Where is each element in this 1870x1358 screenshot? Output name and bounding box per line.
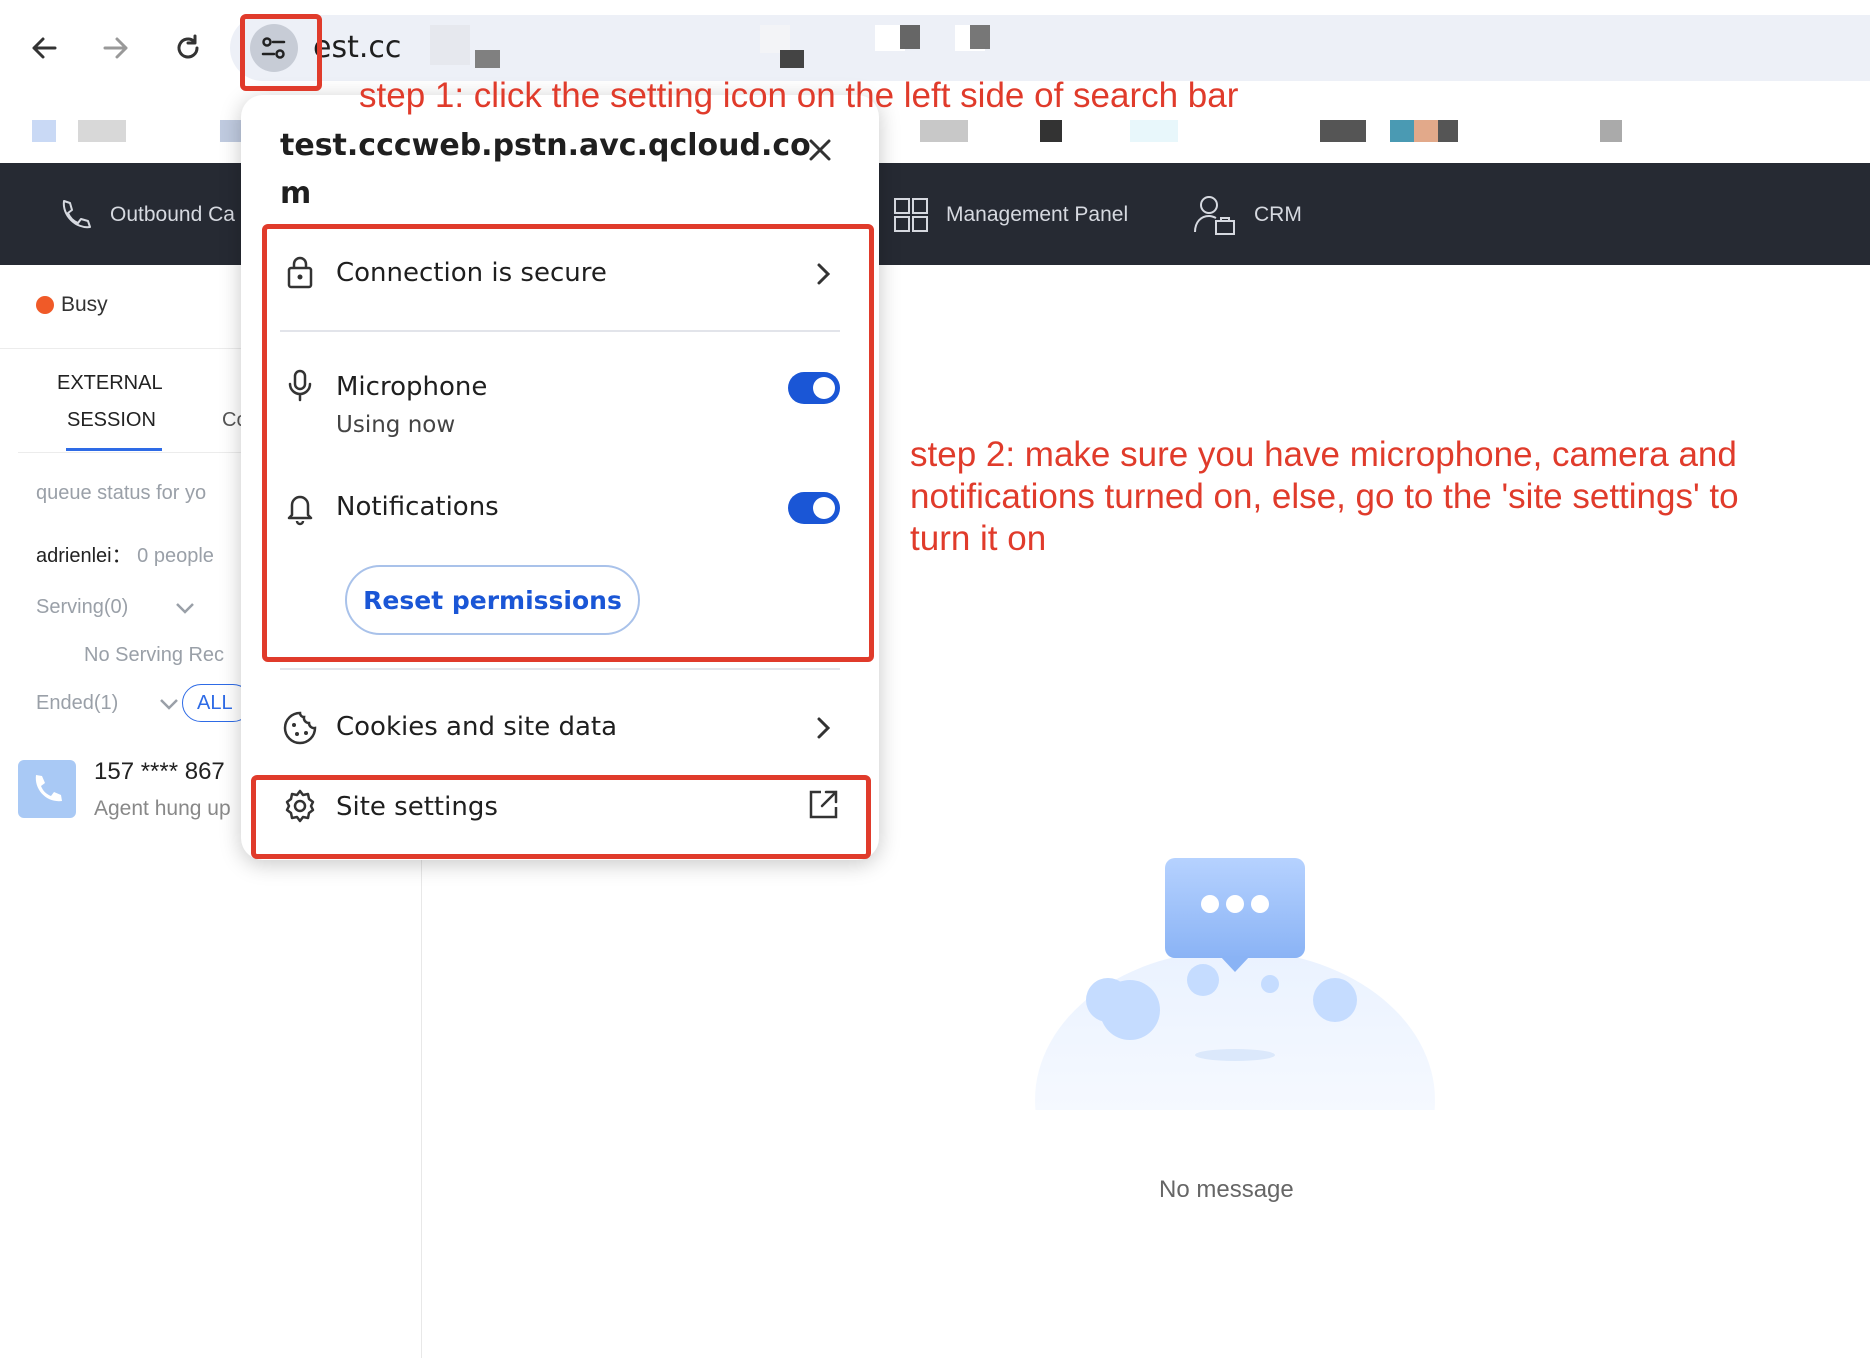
serving-label[interactable]: Serving(0) xyxy=(36,596,128,619)
divider xyxy=(18,452,248,453)
queue-status-label: queue status for yo xyxy=(36,482,207,504)
ended-label[interactable]: Ended(1) xyxy=(36,692,118,715)
tab-underline xyxy=(66,448,162,451)
queue-count: 0 people xyxy=(137,545,214,567)
nav-label: CRM xyxy=(1254,203,1302,226)
nav-crm[interactable]: CRM xyxy=(1192,192,1302,238)
address-bar[interactable] xyxy=(230,15,1870,81)
call-status: Agent hung up xyxy=(94,797,231,820)
back-button[interactable] xyxy=(14,18,74,78)
nav-label: Management Panel xyxy=(946,203,1129,226)
status-dot xyxy=(36,296,54,314)
chevron-down-icon[interactable] xyxy=(174,600,196,616)
cookies-label: Cookies and site data xyxy=(336,712,618,742)
grid-icon xyxy=(894,198,928,232)
reload-icon xyxy=(177,34,199,59)
tab-label-line1[interactable]: EXTERNAL xyxy=(57,372,163,395)
queue-user: adrienlei： 0 people xyxy=(36,539,214,568)
call-number[interactable]: 157 **** 867 xyxy=(94,758,225,786)
queue-separator: ： xyxy=(111,545,132,567)
chevron-right-icon xyxy=(817,717,831,739)
url-text[interactable]: est.cc xyxy=(313,30,401,65)
user-briefcase-icon xyxy=(1194,196,1235,235)
empty-state-illustration xyxy=(1020,850,1450,1250)
chat-bubble-illustration xyxy=(1035,858,1435,1250)
close-icon[interactable] xyxy=(806,136,834,164)
forward-button[interactable] xyxy=(86,18,146,78)
annotation-step2-line3: turn it on xyxy=(910,519,1047,558)
annotation-step1: step 1: click the setting icon on the le… xyxy=(359,76,1239,115)
nav-outbound-call[interactable]: Outbound Ca xyxy=(56,192,235,238)
annotation-box-permissions xyxy=(262,224,874,662)
tab-label-line2[interactable]: SESSION xyxy=(67,409,156,432)
nav-management-panel[interactable]: Management Panel xyxy=(892,192,1128,238)
arrow-right-icon xyxy=(103,37,128,59)
popup-domain-line1: test.cccweb.pstn.avc.qcloud.co xyxy=(280,128,811,163)
popup-domain-line2: m xyxy=(280,176,312,211)
call-avatar xyxy=(18,760,76,818)
filter-label: ALL xyxy=(197,691,233,714)
annotation-box-site-settings xyxy=(251,775,871,859)
annotation-step2-line2: notifications turned on, else, go to the… xyxy=(910,477,1739,516)
divider xyxy=(280,668,840,670)
arrow-left-icon xyxy=(32,37,57,59)
annotation-step2-line1: step 2: make sure you have microphone, c… xyxy=(910,435,1737,474)
empty-state-text: No message xyxy=(1159,1176,1294,1203)
chevron-down-icon[interactable] xyxy=(158,696,180,712)
cookie-icon xyxy=(283,711,317,745)
nav-label: Outbound Ca xyxy=(110,203,235,226)
phone-icon xyxy=(62,200,91,229)
agent-status[interactable]: Busy xyxy=(61,293,108,317)
phone-icon xyxy=(35,775,62,802)
annotation-box-settings-icon xyxy=(240,14,322,91)
queue-user-name: adrienlei xyxy=(36,545,112,567)
reload-button[interactable] xyxy=(158,18,218,78)
no-serving-text: No Serving Rec xyxy=(84,644,225,666)
